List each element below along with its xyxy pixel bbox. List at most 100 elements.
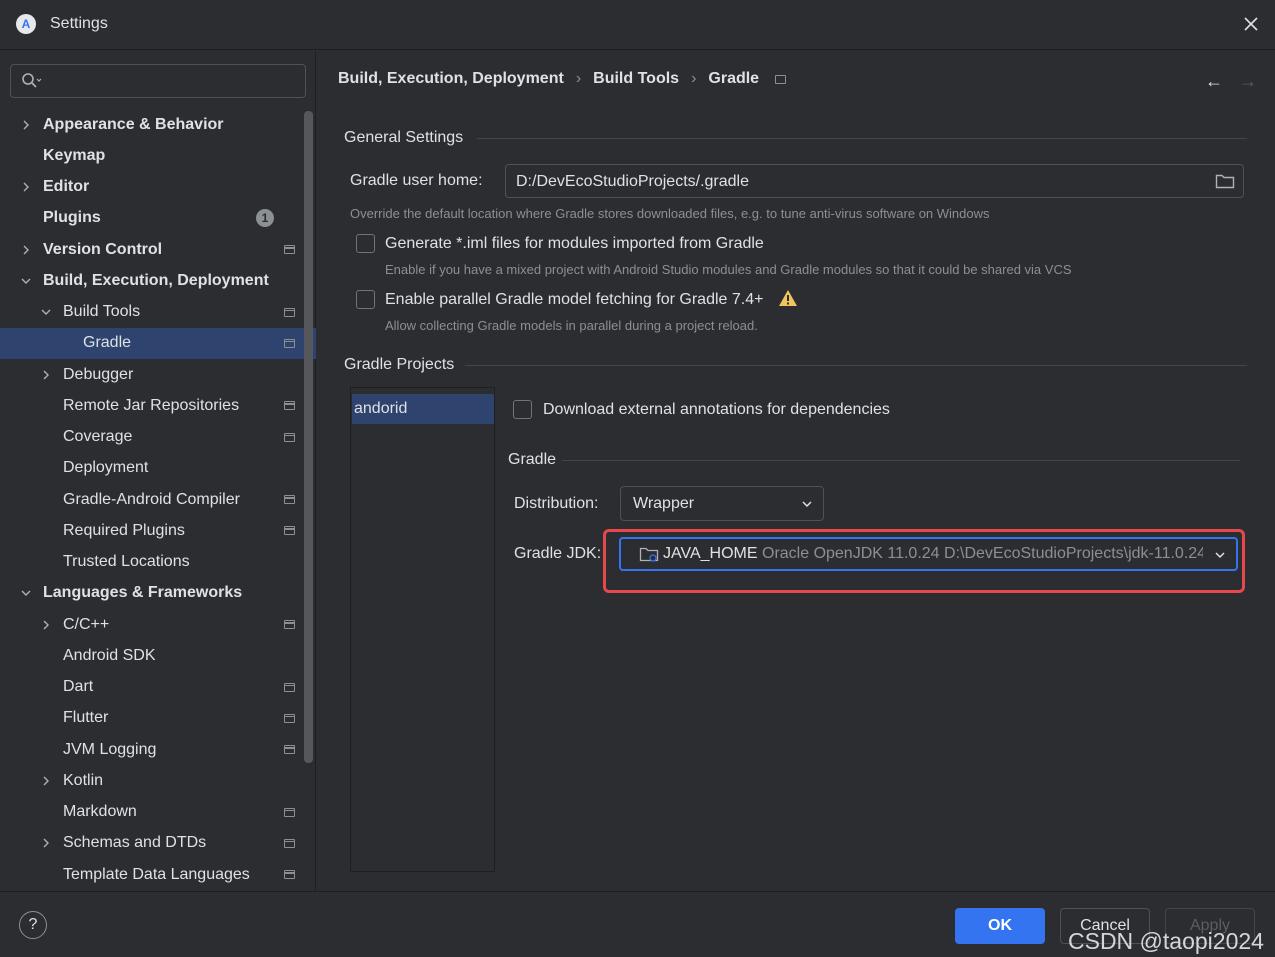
sidebar-item-label: Editor bbox=[43, 178, 90, 195]
sidebar-item-gradle-android-compiler[interactable]: Gradle-Android Compiler bbox=[0, 484, 316, 515]
chevron-down-icon[interactable] bbox=[19, 586, 33, 600]
gradle-jdk-dropdown[interactable]: JAVA_HOME Oracle OpenJDK 11.0.24 D:\DevE… bbox=[619, 537, 1238, 571]
chevron-right-icon[interactable] bbox=[19, 118, 33, 132]
gradle-jdk-value: JAVA_HOME Oracle OpenJDK 11.0.24 D:\DevE… bbox=[663, 545, 1203, 563]
parallel-fetching-label[interactable]: Enable parallel Gradle model fetching fo… bbox=[385, 291, 763, 309]
sidebar-item-deployment[interactable]: Deployment bbox=[0, 453, 316, 484]
sidebar-item-label: Languages & Frameworks bbox=[43, 584, 243, 602]
sidebar-item-template-data-languages[interactable]: Template Data Languages bbox=[0, 859, 316, 890]
search-icon bbox=[22, 73, 42, 88]
sidebar-item-languages-frameworks[interactable]: Languages & Frameworks bbox=[0, 578, 316, 609]
chevron-right-icon[interactable] bbox=[39, 774, 53, 788]
sidebar-item-label: Required Plugins bbox=[63, 521, 185, 539]
sidebar-item-build-execution-deployment[interactable]: Build, Execution, Deployment bbox=[0, 265, 316, 296]
sidebar-item-schemas-and-dtds[interactable]: Schemas and DTDs bbox=[0, 828, 316, 859]
apply-button[interactable]: Apply bbox=[1165, 908, 1255, 944]
chevron-right-icon[interactable] bbox=[19, 180, 33, 194]
section-gradle: Gradle bbox=[508, 451, 557, 468]
breadcrumb-item[interactable]: Build, Execution, Deployment bbox=[338, 70, 564, 88]
sidebar-item-markdown[interactable]: Markdown bbox=[0, 797, 316, 828]
sidebar-item-version-control[interactable]: Version Control bbox=[0, 234, 316, 265]
sidebar-item-debugger[interactable]: Debugger bbox=[0, 359, 316, 390]
sidebar-item-editor[interactable]: Editor bbox=[0, 172, 316, 203]
sidebar-item-flutter[interactable]: Flutter bbox=[0, 703, 316, 734]
distribution-dropdown[interactable]: Wrapper bbox=[620, 486, 824, 521]
sidebar-item-android-sdk[interactable]: Android SDK bbox=[0, 640, 316, 671]
sidebar-item-label: Kotlin bbox=[63, 771, 104, 789]
breadcrumb-item[interactable]: Build Tools bbox=[593, 70, 679, 88]
sidebar-item-label: Template Data Languages bbox=[63, 865, 250, 883]
folder-icon[interactable] bbox=[1215, 173, 1235, 189]
parallel-fetching-checkbox[interactable] bbox=[356, 290, 375, 309]
sidebar-item-coverage[interactable]: Coverage bbox=[0, 422, 316, 453]
sidebar-item-label: Dart bbox=[63, 678, 94, 695]
chevron-right-icon[interactable] bbox=[39, 368, 53, 382]
sidebar-item-label: Gradle-Android Compiler bbox=[63, 490, 240, 508]
list-item-project[interactable]: andorid bbox=[352, 394, 494, 424]
sidebar-item-label: Flutter bbox=[63, 709, 109, 727]
sidebar-item-required-plugins[interactable]: Required Plugins bbox=[0, 515, 316, 546]
back-button[interactable]: ← bbox=[1205, 71, 1223, 92]
breadcrumb: Build, Execution, Deployment › Build Too… bbox=[338, 70, 787, 88]
breadcrumb-separator: › bbox=[575, 70, 582, 87]
sidebar-item-jvm-logging[interactable]: JVM Logging bbox=[0, 734, 316, 765]
search-input[interactable] bbox=[47, 69, 297, 93]
sidebar-item-label: Remote Jar Repositories bbox=[63, 396, 240, 414]
project-level-icon bbox=[284, 495, 295, 504]
ok-button[interactable]: OK bbox=[955, 908, 1045, 944]
chevron-right-icon[interactable] bbox=[39, 836, 53, 850]
sidebar-item-label: Build, Execution, Deployment bbox=[43, 271, 269, 289]
parallel-fetching-hint: Allow collecting Gradle models in parall… bbox=[385, 318, 758, 333]
sidebar-item-label: Version Control bbox=[43, 240, 163, 258]
sidebar-item-appearance-behavior[interactable]: Appearance & Behavior bbox=[0, 109, 316, 140]
title-bar: A Settings bbox=[0, 0, 1275, 50]
generate-iml-label[interactable]: Generate *.iml files for modules importe… bbox=[385, 235, 764, 253]
sidebar-scrollbar[interactable] bbox=[304, 111, 313, 763]
gradle-user-home-hint: Override the default location where Grad… bbox=[350, 206, 990, 221]
chevron-down-icon[interactable] bbox=[19, 274, 33, 288]
forward-button[interactable]: → bbox=[1239, 71, 1257, 92]
gradle-projects-list[interactable]: andorid bbox=[350, 387, 495, 872]
sidebar-item-label: Build Tools bbox=[63, 303, 141, 320]
sidebar-item-label: Trusted Locations bbox=[63, 553, 190, 570]
close-button[interactable] bbox=[1239, 12, 1263, 36]
project-level-icon bbox=[775, 74, 787, 84]
chevron-right-icon[interactable] bbox=[39, 618, 53, 632]
section-divider bbox=[562, 460, 1240, 461]
sidebar-item-keymap[interactable]: Keymap bbox=[0, 140, 316, 171]
update-count-badge: 1 bbox=[256, 209, 274, 228]
project-level-icon bbox=[284, 245, 295, 254]
chevron-down-icon bbox=[1215, 552, 1225, 559]
generate-iml-checkbox[interactable] bbox=[356, 234, 375, 253]
chevron-down-icon[interactable] bbox=[39, 305, 53, 319]
gradle-user-home-input[interactable] bbox=[516, 171, 1196, 193]
section-gradle-projects: Gradle Projects bbox=[344, 356, 455, 373]
download-annotations-label[interactable]: Download external annotations for depend… bbox=[543, 401, 890, 419]
sidebar-item-kotlin[interactable]: Kotlin bbox=[0, 765, 316, 796]
cancel-button[interactable]: Cancel bbox=[1060, 908, 1150, 944]
gradle-user-home-label: Gradle user home: bbox=[350, 172, 483, 189]
chevron-right-icon[interactable] bbox=[19, 243, 33, 257]
sidebar-item-dart[interactable]: Dart bbox=[0, 672, 316, 703]
help-button[interactable]: ? bbox=[19, 911, 47, 939]
project-level-icon bbox=[284, 432, 295, 442]
sidebar-item-label: Markdown bbox=[63, 803, 137, 820]
sidebar-item-build-tools[interactable]: Build Tools bbox=[0, 297, 316, 328]
sidebar-item-gradle[interactable]: Gradle bbox=[0, 327, 316, 359]
settings-sidebar: Appearance & Behavior Keymap Editor Plugins… bbox=[0, 51, 316, 891]
search-box[interactable] bbox=[10, 64, 306, 98]
sidebar-item-label: Plugins bbox=[43, 209, 101, 227]
sidebar-item-label: Gradle bbox=[83, 334, 132, 352]
sidebar-item-label: C/C++ bbox=[63, 615, 110, 633]
sidebar-item-remote-jar-repositories[interactable]: Remote Jar Repositories bbox=[0, 390, 316, 421]
sidebar-item-plugins[interactable]: Plugins 1 bbox=[0, 203, 316, 234]
project-level-icon bbox=[284, 682, 295, 692]
project-level-icon bbox=[284, 401, 295, 411]
breadcrumb-item: Gradle bbox=[708, 70, 760, 87]
main-panel: Build, Execution, Deployment › Build Too… bbox=[317, 51, 1275, 891]
sidebar-item-trusted-locations[interactable]: Trusted Locations bbox=[0, 547, 316, 578]
download-annotations-checkbox[interactable] bbox=[513, 400, 532, 419]
sidebar-item-c-c[interactable]: C/C++ bbox=[0, 609, 316, 640]
gradle-user-home-field[interactable] bbox=[505, 164, 1244, 198]
sidebar-item-label: Coverage bbox=[63, 428, 133, 445]
